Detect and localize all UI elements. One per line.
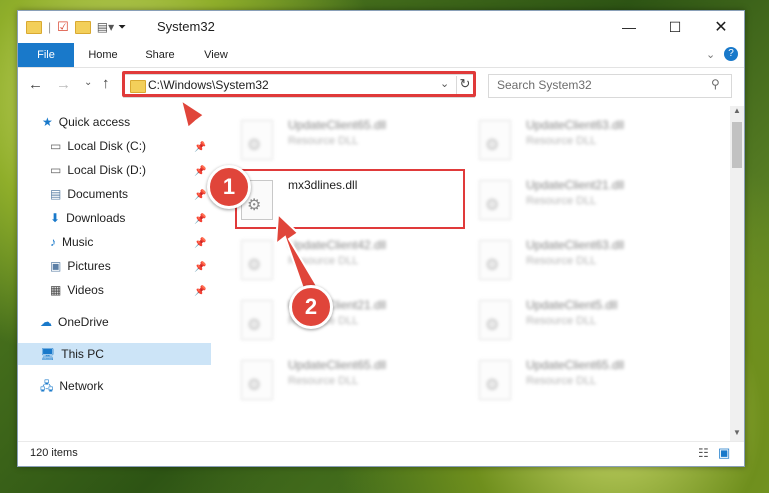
step-1-badge: 1: [207, 165, 251, 209]
annotation-arrows: [179, 97, 322, 299]
step-2-badge: 2: [289, 285, 333, 329]
